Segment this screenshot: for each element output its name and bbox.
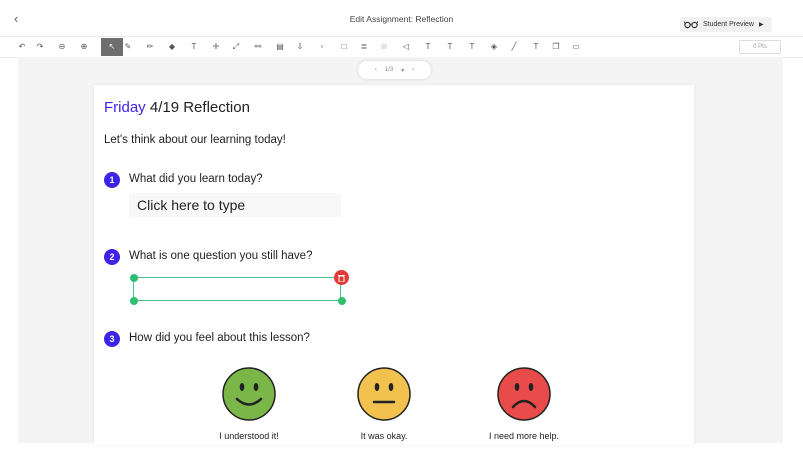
text-icon[interactable]: T [188,41,200,53]
face-label-need-help: I need more help. [488,431,560,441]
face-label-okay: It was okay. [360,431,408,441]
line-icon[interactable]: ⤢ [230,41,242,53]
page-title: Friday 4/19 Reflection [104,99,250,116]
trash-icon[interactable]: ▭ [570,41,582,53]
shapes-icon[interactable]: ▫ [316,41,328,53]
next-page-icon[interactable]: › [412,67,414,73]
audio-icon[interactable]: ◁ [400,41,412,53]
selected-text-box[interactable] [133,277,341,301]
resize-handle-bottom-left[interactable] [130,297,138,305]
title-highlight: Friday [104,99,146,116]
trash-icon [338,274,345,282]
resize-handle-top-left[interactable] [130,274,138,282]
select-icon[interactable]: ↖ [101,38,123,56]
points-field[interactable]: 0 Pts [739,40,781,54]
marker-icon[interactable]: ✏ [144,41,156,53]
toolbar: ↶ ↷ ⊖ ⊕ ↖ ✎ ✏ ◆ T ✛ ⤢ ⚯ ▤ ⇩ ▫ □ ≣ ☆ ◁ T T T ◈ ╱ T ❐ ▭ 0 Pts [0,36,803,58]
text-underline-icon[interactable]: T [422,41,434,53]
title-rest: 4/19 Reflection [149,99,250,116]
zoom-in-icon[interactable]: ⊕ [78,41,90,53]
redo-icon[interactable]: ↷ [34,41,46,53]
rectangle-icon[interactable]: □ [338,41,350,53]
draw-line-icon[interactable]: ╱ [508,41,520,53]
duplicate-icon[interactable]: ❐ [550,41,562,53]
student-preview-button[interactable]: Student Preview ▶ [680,17,772,32]
face-label-understood: I understood it! [219,431,279,441]
page-indicator[interactable]: 1/3 [385,67,393,73]
list-icon[interactable]: ≣ [358,41,370,53]
text-style-icon[interactable]: T [530,41,542,53]
text-size-up-icon[interactable]: T [444,41,456,53]
neutral-face-icon[interactable] [357,367,411,421]
play-icon: ▶ [758,22,764,28]
eraser-icon[interactable]: ◆ [166,41,178,53]
question-3-text: How did you feel about this lesson? [129,332,310,344]
sad-face-icon[interactable] [497,367,551,421]
glasses-icon [684,21,698,29]
text-size-down-icon[interactable]: T [466,41,478,53]
previous-page-icon[interactable]: ‹ [375,67,377,73]
delete-button[interactable] [334,270,349,285]
question-1-text: What did you learn today? [129,173,263,185]
pen-icon[interactable]: ✎ [122,41,134,53]
worksheet-page: Friday 4/19 Reflection Let's think about… [94,85,694,445]
page-navigator: ‹ 1/3 ▾ › [358,61,431,79]
question-1-badge: 1 [104,172,120,188]
answer-placeholder: Click here to type [137,197,246,213]
answer-text-box[interactable]: Click here to type [129,193,341,217]
undo-icon[interactable]: ↶ [16,41,28,53]
question-2-text: What is one question you still have? [129,250,313,262]
fill-icon[interactable]: ◈ [488,41,500,53]
top-bar: ‹ Edit Assignment: Reflection Student Pr… [0,0,803,36]
zoom-out-icon[interactable]: ⊖ [56,41,68,53]
file-icon[interactable]: ▤ [274,41,286,53]
star-icon[interactable]: ☆ [378,41,390,53]
link-icon[interactable]: ⚯ [252,41,264,53]
chevron-down-icon[interactable]: ▾ [401,67,404,74]
resize-handle-bottom-right[interactable] [338,297,346,305]
question-2-badge: 2 [104,249,120,265]
intro-text: Let's think about our learning today! [104,134,286,146]
move-icon[interactable]: ✛ [210,41,222,53]
happy-face-icon[interactable] [222,367,276,421]
question-3-badge: 3 [104,331,120,347]
student-preview-label: Student Preview [703,21,754,28]
upload-icon[interactable]: ⇩ [294,41,306,53]
